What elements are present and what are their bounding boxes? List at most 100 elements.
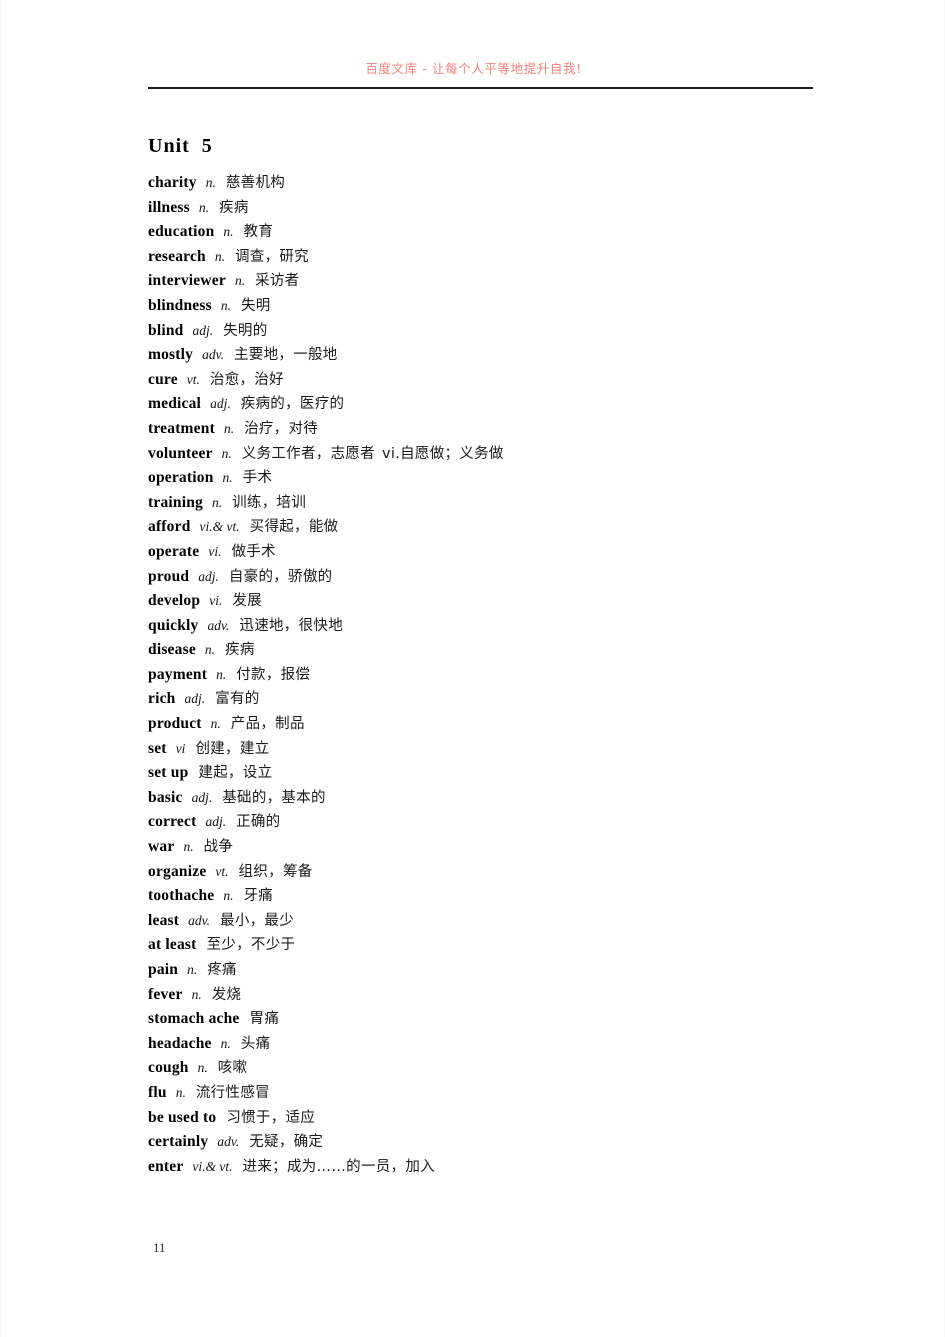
vocabulary-entry: illness n. 疾病 bbox=[148, 196, 848, 221]
vocabulary-term: afford bbox=[148, 518, 191, 536]
page-title: Unit 5 bbox=[148, 135, 213, 157]
part-of-speech: vt. bbox=[215, 863, 229, 879]
vocabulary-definition: 头痛 bbox=[240, 1035, 271, 1052]
vocabulary-definition: 咳嗽 bbox=[217, 1060, 248, 1077]
vocabulary-definition: 疾病 bbox=[225, 642, 255, 659]
header-divider-rule bbox=[148, 87, 813, 89]
vocabulary-entry: pain n. 疼痛 bbox=[148, 958, 848, 983]
vocabulary-term: volunteer bbox=[148, 444, 213, 462]
vocabulary-definition: 流行性感冒 bbox=[195, 1084, 270, 1101]
vocabulary-term: set bbox=[148, 739, 167, 757]
vocabulary-definition: 手术 bbox=[242, 470, 273, 487]
document-page: 百度文库 - 让每个人平等地提升自我! Unit 5 charity n. 慈善机构… bbox=[0, 0, 945, 1337]
part-of-speech: n. bbox=[234, 273, 246, 289]
vocabulary-term: training bbox=[148, 493, 203, 511]
part-of-speech: vi. bbox=[208, 543, 222, 559]
vocabulary-entry: treatment n. 治疗，对待 bbox=[148, 417, 848, 442]
vocabulary-term: enter bbox=[148, 1157, 184, 1175]
vocabulary-definition: 发烧 bbox=[211, 986, 242, 1003]
vocabulary-entry: operate vi. 做手术 bbox=[148, 540, 848, 565]
vocabulary-term: interviewer bbox=[148, 272, 226, 290]
part-of-speech: n. bbox=[187, 962, 198, 977]
vocabulary-definition: 进来；成为……的一员，加入 bbox=[242, 1158, 435, 1175]
vocabulary-definition: 治愈，治好 bbox=[209, 371, 284, 388]
part-of-speech: n. bbox=[214, 248, 225, 264]
vocabulary-definition: 训练，培训 bbox=[232, 494, 307, 511]
vocabulary-term: rich bbox=[148, 690, 176, 708]
vocabulary-entry: medical adj. 疾病的，医疗的 bbox=[148, 392, 848, 417]
vocabulary-entry: develop vi. 发展 bbox=[148, 589, 848, 614]
vocabulary-term: disease bbox=[148, 641, 196, 659]
vocabulary-term: blindness bbox=[148, 296, 212, 314]
vocabulary-definition: 无疑，确定 bbox=[249, 1134, 324, 1151]
vocabulary-definition: 自豪的，骄傲的 bbox=[228, 568, 333, 585]
vocabulary-entry: charity n. 慈善机构 bbox=[148, 171, 848, 196]
vocabulary-entry: cure vt. 治愈，治好 bbox=[148, 368, 848, 393]
vocabulary-entry: at least 至少，不少于 bbox=[148, 933, 848, 958]
vocabulary-definition: 创建，建立 bbox=[195, 740, 270, 757]
part-of-speech: vt. bbox=[186, 371, 200, 387]
vocabulary-term: war bbox=[148, 838, 175, 856]
vocabulary-definition: 战争 bbox=[203, 839, 234, 856]
part-of-speech: n. bbox=[220, 297, 231, 313]
vocabulary-entry: headache n. 头痛 bbox=[148, 1032, 848, 1057]
vocabulary-definition: 买得起，能做 bbox=[249, 519, 339, 536]
vocabulary-definition: 教育 bbox=[243, 224, 274, 241]
vocabulary-term: research bbox=[148, 247, 206, 265]
vocabulary-term: treatment bbox=[148, 419, 215, 437]
part-of-speech: adj. bbox=[191, 789, 213, 805]
vocabulary-entry: payment n. 付款，报偿 bbox=[148, 663, 848, 688]
vocabulary-term: proud bbox=[148, 567, 190, 585]
vocabulary-term: least bbox=[148, 911, 180, 929]
part-of-speech: n. bbox=[220, 1035, 231, 1051]
vocabulary-entry: operation n. 手术 bbox=[148, 466, 848, 491]
vocabulary-term: quickly bbox=[148, 616, 199, 634]
part-of-speech: adj. bbox=[184, 691, 206, 707]
vocabulary-definition: 慈善机构 bbox=[225, 175, 286, 191]
vocabulary-definition: 失明的 bbox=[223, 322, 268, 339]
part-of-speech: n. bbox=[223, 888, 234, 904]
vocabulary-entry: stomach ache 胃痛 bbox=[148, 1007, 848, 1032]
vocabulary-term: stomach ache bbox=[148, 1010, 240, 1028]
vocabulary-entry: interviewer n. 采访者 bbox=[148, 269, 848, 294]
vocabulary-entry: enter vi.& vt. 进来；成为……的一员，加入 bbox=[148, 1155, 848, 1180]
vocabulary-entry: be used to 习惯于，适应 bbox=[148, 1106, 848, 1131]
vocabulary-definition: 组织，筹备 bbox=[238, 863, 313, 880]
vocabulary-term: headache bbox=[148, 1034, 212, 1052]
vocabulary-entry: certainly adv. 无疑，确定 bbox=[148, 1130, 848, 1155]
vocabulary-definition: 调查，研究 bbox=[234, 248, 309, 265]
vocabulary-definition: 采访者 bbox=[255, 273, 300, 290]
vocabulary-definition: 富有的 bbox=[215, 691, 260, 708]
vocabulary-entry: fever n. 发烧 bbox=[148, 983, 848, 1008]
vocabulary-entry: cough n. 咳嗽 bbox=[148, 1056, 848, 1081]
vocabulary-term: operate bbox=[148, 542, 200, 560]
vocabulary-term: set up bbox=[148, 764, 189, 782]
part-of-speech: n. bbox=[222, 470, 233, 486]
vocabulary-definition: 至少，不少于 bbox=[206, 937, 296, 954]
part-of-speech: adj. bbox=[210, 396, 231, 412]
part-of-speech: adv. bbox=[207, 617, 230, 633]
vocabulary-entry: least adv. 最小，最少 bbox=[148, 909, 848, 934]
vocabulary-term: cough bbox=[148, 1059, 189, 1077]
vocabulary-entry: education n. 教育 bbox=[148, 220, 848, 245]
vocabulary-entry: toothache n. 牙痛 bbox=[148, 884, 848, 909]
vocabulary-definition: 最小，最少 bbox=[220, 912, 295, 929]
vocabulary-entry: set up 建起，设立 bbox=[148, 761, 848, 786]
vocabulary-definition: 胃痛 bbox=[249, 1011, 280, 1028]
part-of-speech: adv. bbox=[217, 1134, 240, 1150]
vocabulary-definition: 治疗，对待 bbox=[244, 420, 319, 437]
vocabulary-term: flu bbox=[148, 1083, 167, 1101]
vocabulary-definition: 做手术 bbox=[231, 543, 276, 560]
vocabulary-term: develop bbox=[148, 592, 201, 610]
vocabulary-term: illness bbox=[148, 198, 190, 216]
vocabulary-term: correct bbox=[148, 813, 197, 831]
vocabulary-term: charity bbox=[148, 174, 197, 191]
vocabulary-term: medical bbox=[148, 395, 202, 413]
vocabulary-entry: mostly adv. 主要地，一般地 bbox=[148, 343, 848, 368]
page-header: 百度文库 - 让每个人平等地提升自我! bbox=[1, 60, 944, 90]
part-of-speech: adj. bbox=[198, 568, 219, 584]
vocabulary-term: payment bbox=[148, 665, 208, 683]
vocabulary-definition: 失明 bbox=[240, 297, 271, 314]
part-of-speech: n. bbox=[197, 1060, 208, 1076]
vocabulary-term: basic bbox=[148, 788, 183, 806]
